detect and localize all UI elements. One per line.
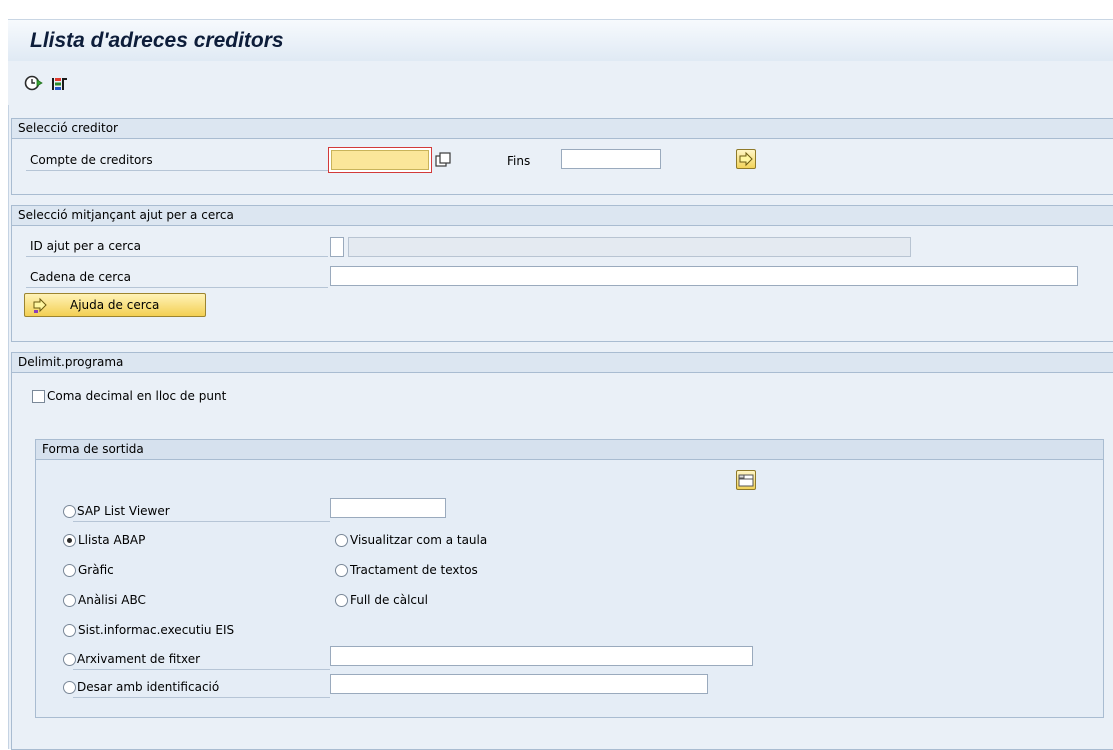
group-header: Forma de sortida [36,440,1103,460]
save-with-id-input[interactable] [330,674,708,694]
graphic-label: Gràfic [78,563,114,577]
word-processing-label: Tractament de textos [350,563,478,577]
eis-label: Sist.informac.executiu EIS [78,623,235,637]
file-archive-text: Arxivament de fitxer [77,652,201,666]
search-id-input[interactable] [330,237,344,257]
abap-list-label: Llista ABAP [78,533,146,547]
radio-abap-list[interactable] [63,534,76,547]
group-program-limits: Delimit.programa Coma decimal en lloc de… [11,352,1113,750]
abc-analysis-label: Anàlisi ABC [78,593,146,607]
search-string-label: Cadena de cerca [26,267,328,288]
multiple-selection-icon[interactable] [435,152,451,168]
spreadsheet-label: Full de càlcul [350,593,428,607]
radio-spreadsheet[interactable] [335,594,348,607]
display-as-table-label: Visualitzar com a taula [350,533,488,547]
group-output-format: Forma de sortida SAP List Viewer Llista … [35,439,1104,718]
group-header: Delimit.programa [12,353,1113,373]
file-archive-input[interactable] [330,646,753,666]
group-creditor-selection: Selecció creditor Compte de creditors Fi… [11,118,1113,195]
multiple-selection-arrow-button[interactable] [736,149,756,169]
search-string-input[interactable] [330,266,1078,286]
account-to-input[interactable] [561,149,661,169]
sap-list-viewer-text: SAP List Viewer [77,504,170,518]
group-header: Selecció creditor [12,119,1113,139]
account-label: Compte de creditors [26,150,328,171]
group-search-help: Selecció mitjançant ajut per a cerca ID … [11,205,1113,342]
multiple-selection-icon[interactable] [50,74,70,94]
save-with-id-text: Desar amb identificació [77,680,220,694]
account-label-text: Compte de creditors [30,153,153,167]
search-help-button[interactable]: Ajuda de cerca [24,293,206,317]
file-archive-label: Arxivament de fitxer [73,649,330,670]
account-from-input[interactable] [331,150,429,170]
arrow-right-icon [739,151,753,167]
radio-word-processing[interactable] [335,564,348,577]
group-header: Selecció mitjançant ajut per a cerca [12,206,1113,226]
application-toolbar [8,61,1113,105]
search-id-description [348,237,911,257]
search-help-button-label: Ajuda de cerca [70,298,160,312]
radio-eis[interactable] [63,624,76,637]
selection-screen: Selecció creditor Compte de creditors Fi… [8,105,1113,750]
arrow-right-icon [33,297,47,313]
folder-icon [738,474,754,487]
radio-graphic[interactable] [63,564,76,577]
decimal-comma-label: Coma decimal en lloc de punt [47,389,227,403]
save-with-id-label: Desar amb identificació [73,677,330,698]
radio-display-as-table[interactable] [335,534,348,547]
title-bar: Llista d'adreces creditors [8,19,1113,62]
alv-layout-input[interactable] [330,498,446,518]
execute-clock-icon[interactable] [24,74,44,94]
radio-abc-analysis[interactable] [63,594,76,607]
page-title: Llista d'adreces creditors [30,29,284,52]
sap-list-viewer-label: SAP List Viewer [73,501,330,522]
decimal-comma-checkbox[interactable] [32,390,45,403]
search-string-label-text: Cadena de cerca [30,270,131,284]
layout-folder-button[interactable] [736,470,756,490]
search-id-label: ID ajut per a cerca [26,236,328,257]
search-id-label-text: ID ajut per a cerca [30,239,141,253]
to-label: Fins [507,154,531,168]
